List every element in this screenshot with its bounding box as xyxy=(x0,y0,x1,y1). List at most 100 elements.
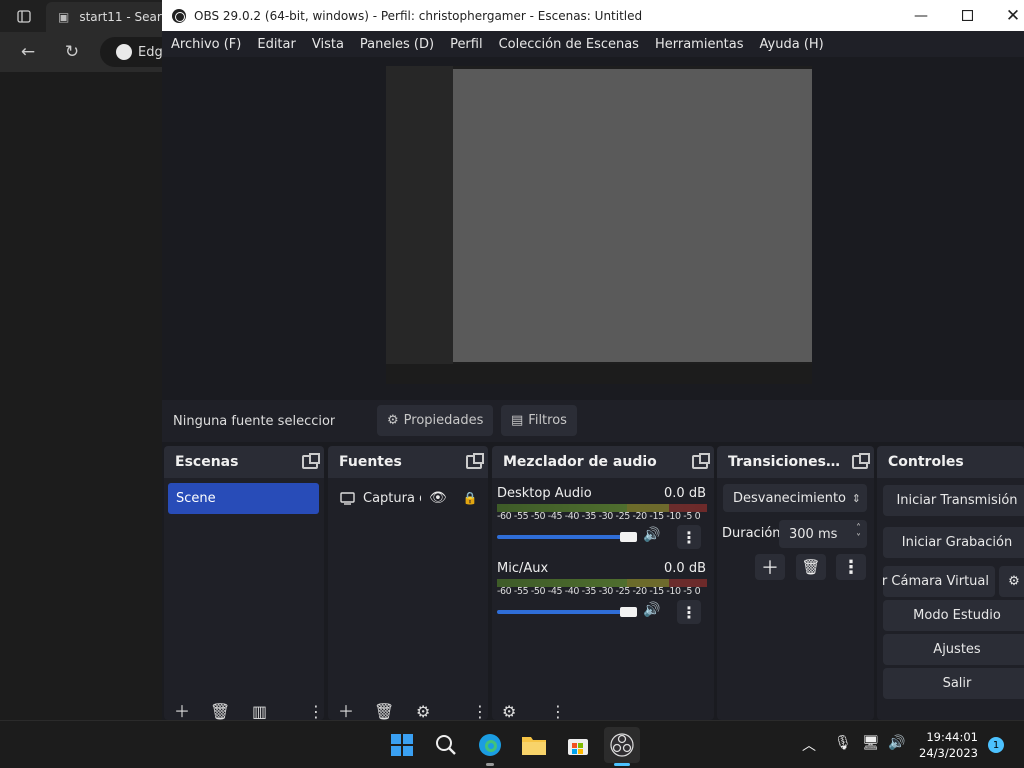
source-item[interactable]: Captura de pantalla 👁 🔒 xyxy=(340,486,480,510)
transitions-dock: Transiciones de escena Desvanecimiento ⇕… xyxy=(717,446,874,720)
edge-window: ▣ start11 - Search ← ↻ Edg xyxy=(0,0,170,720)
start-streaming-button[interactable]: Iniciar Transmisión xyxy=(883,485,1024,516)
undock-icon[interactable] xyxy=(692,453,710,469)
channel-menu-button[interactable]: ⋮ xyxy=(677,525,701,549)
controls-title: Controles xyxy=(888,454,964,470)
speaker-icon[interactable]: 🔊 xyxy=(643,527,660,543)
volume-icon[interactable]: 🔊 xyxy=(888,735,905,751)
network-icon[interactable]: 🖥 xyxy=(862,735,880,751)
start-icon[interactable] xyxy=(386,729,418,761)
filter-icon[interactable]: ▥ xyxy=(252,704,267,720)
undock-icon[interactable] xyxy=(466,453,484,469)
lock-icon[interactable]: 🔒 xyxy=(463,491,478,505)
chevron-up-icon[interactable]: ︿ xyxy=(802,735,816,755)
menu-paneles[interactable]: Paneles (D) xyxy=(360,37,434,52)
microphone-icon[interactable]: 🎙 xyxy=(834,735,852,751)
mixer-dock-header: Mezclador de audio xyxy=(492,446,714,478)
more-icon[interactable]: ⋮ xyxy=(550,704,566,720)
channel-name: Mic/Aux xyxy=(497,561,549,576)
monitor-icon xyxy=(340,491,355,505)
active-indicator xyxy=(614,763,630,766)
menu-vista[interactable]: Vista xyxy=(312,37,344,52)
clock[interactable]: 19:44:01 24/3/2023 xyxy=(919,729,978,761)
mixer-title: Mezclador de audio xyxy=(503,454,657,470)
volume-slider-handle[interactable] xyxy=(620,532,637,542)
meter-ticks: -60 -55 -50 -45 -40 -35 -30 -25 -20 -15 … xyxy=(497,586,701,597)
eye-icon[interactable]: 👁 xyxy=(429,490,447,506)
tab-actions-icon[interactable] xyxy=(12,6,36,26)
volume-slider[interactable] xyxy=(497,535,637,539)
menu-ayuda[interactable]: Ayuda (H) xyxy=(760,37,824,52)
transition-menu-button[interactable]: ⋮ xyxy=(836,554,866,580)
filter-icon: ▤ xyxy=(511,413,524,428)
menu-herramientas[interactable]: Herramientas xyxy=(655,37,744,52)
add-transition-button[interactable]: ＋ xyxy=(755,554,785,580)
filters-label: Filtros xyxy=(528,413,567,428)
more-icon[interactable]: ⋮ xyxy=(308,704,324,720)
menu-bar: Archivo (F) Editar Vista Paneles (D) Per… xyxy=(162,31,1024,57)
clock-date: 24/3/2023 xyxy=(919,746,978,760)
channel-db: 0.0 dB xyxy=(664,561,706,576)
transition-select-value: Desvanecimiento xyxy=(733,490,847,506)
channel-menu-button[interactable]: ⋮ xyxy=(677,600,701,624)
exit-button[interactable]: Salir xyxy=(883,668,1024,699)
close-button[interactable]: ✕ xyxy=(990,0,1024,31)
menu-editar[interactable]: Editar xyxy=(257,37,296,52)
sources-dock-header: Fuentes xyxy=(328,446,488,478)
scenes-title: Escenas xyxy=(175,454,239,470)
scene-item[interactable]: Scene xyxy=(168,483,319,514)
duration-spinbox[interactable]: 300 ms ˄ ˅ xyxy=(779,520,867,548)
volume-slider-handle[interactable] xyxy=(620,607,637,617)
properties-label: Propiedades xyxy=(403,413,484,428)
filters-button[interactable]: ▤ Filtros xyxy=(501,405,577,436)
gear-icon[interactable]: ⚙ xyxy=(502,704,516,720)
preview-canvas[interactable] xyxy=(386,66,812,384)
back-icon[interactable]: ← xyxy=(16,40,40,64)
notification-badge[interactable]: 1 xyxy=(988,737,1004,753)
source-item-label: Captura de pantalla xyxy=(363,490,421,506)
start-recording-button[interactable]: Iniciar Grabación xyxy=(883,527,1024,558)
edge-tab[interactable]: ▣ start11 - Search xyxy=(46,2,170,32)
transitions-dock-header: Transiciones de escena xyxy=(717,446,874,478)
file-explorer-icon[interactable] xyxy=(518,729,550,761)
spin-arrows-icon[interactable]: ˄ ˅ xyxy=(856,524,861,544)
remove-scene-icon[interactable]: 🗑 xyxy=(210,704,230,720)
refresh-icon[interactable]: ↻ xyxy=(60,40,84,64)
channel-db: 0.0 dB xyxy=(664,486,706,501)
preview-area[interactable] xyxy=(162,57,1024,397)
menu-perfil[interactable]: Perfil xyxy=(450,37,483,52)
volume-slider[interactable] xyxy=(497,610,637,614)
more-icon[interactable]: ⋮ xyxy=(472,704,488,720)
clock-time: 19:44:01 xyxy=(926,730,978,744)
edge-browser-icon[interactable] xyxy=(474,729,506,761)
settings-button[interactable]: Ajustes xyxy=(883,634,1024,665)
obs-taskbar-icon[interactable] xyxy=(604,727,640,763)
add-source-icon[interactable]: ＋ xyxy=(338,704,354,720)
search-icon[interactable] xyxy=(430,729,462,761)
channel-name: Desktop Audio xyxy=(497,486,592,501)
preview-mirror-taskbar xyxy=(386,364,812,384)
virtual-camera-settings-button[interactable]: ⚙ xyxy=(999,566,1024,597)
menu-coleccion[interactable]: Colección de Escenas xyxy=(499,37,639,52)
edge-tabbar: ▣ start11 - Search xyxy=(0,0,170,32)
scenes-dock-header: Escenas xyxy=(164,446,324,478)
virtual-camera-button[interactable]: Iniciar Cámara Virtual xyxy=(883,566,995,597)
window-title: OBS 29.0.2 (64-bit, windows) - Perfil: c… xyxy=(194,8,643,23)
properties-button[interactable]: ⚙ Propiedades xyxy=(377,405,494,436)
undock-icon[interactable] xyxy=(852,453,870,469)
undock-icon[interactable] xyxy=(302,453,320,469)
menu-archivo[interactable]: Archivo (F) xyxy=(171,37,241,52)
add-scene-icon[interactable]: ＋ xyxy=(174,704,190,720)
minimize-button[interactable]: — xyxy=(898,0,944,31)
gear-icon[interactable]: ⚙ xyxy=(416,704,430,720)
address-bar[interactable]: Edg xyxy=(100,37,170,67)
store-icon[interactable] xyxy=(562,729,594,761)
remove-source-icon[interactable]: 🗑 xyxy=(374,704,394,720)
obs-titlebar[interactable]: OBS 29.0.2 (64-bit, windows) - Perfil: c… xyxy=(162,0,1024,31)
source-status: Ninguna fuente seleccionada xyxy=(173,413,335,429)
maximize-button[interactable] xyxy=(944,0,990,31)
speaker-icon[interactable]: 🔊 xyxy=(643,602,660,618)
studio-mode-button[interactable]: Modo Estudio xyxy=(883,600,1024,631)
remove-transition-button[interactable]: 🗑 xyxy=(796,554,826,580)
transition-select[interactable]: Desvanecimiento ⇕ xyxy=(723,484,867,512)
